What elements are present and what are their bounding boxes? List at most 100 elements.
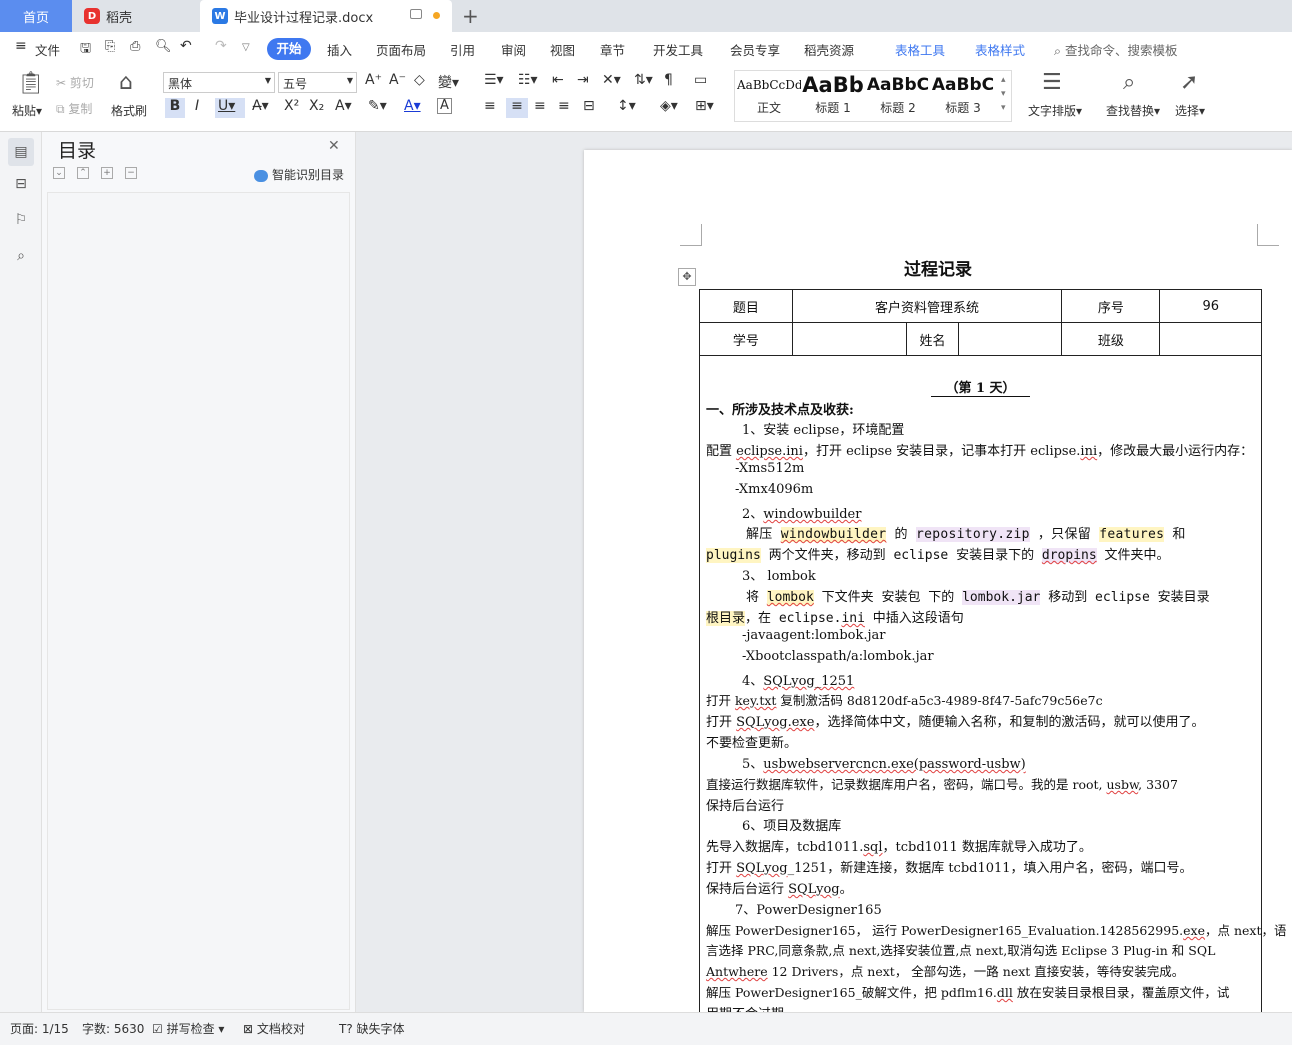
style-heading-2[interactable]: AaBbC 标题 2 [866, 71, 930, 119]
cell-name-value[interactable] [957, 322, 1063, 356]
cell-student-id-value[interactable] [791, 322, 908, 356]
add-level-icon[interactable]: + [101, 167, 113, 179]
menu-chapter[interactable]: 章节 [600, 40, 625, 59]
justify-icon[interactable]: ≡ [558, 98, 570, 114]
menu-page-layout[interactable]: 页面布局 [376, 40, 426, 59]
collapse-all-icon[interactable]: ⌃ [77, 167, 89, 179]
export-icon[interactable]: ⎘ [105, 39, 115, 54]
distribute-icon[interactable]: ⊟ [583, 98, 595, 114]
shrink-font-icon[interactable]: A⁻ [389, 72, 406, 88]
nav-pane-icon[interactable]: ⊟ [11, 176, 31, 196]
text-layout-button[interactable]: 文字排版▾ [1028, 102, 1082, 119]
close-icon[interactable]: ✕ [328, 138, 340, 154]
copy-button[interactable]: ⧉ 复制 [56, 100, 92, 117]
cell-serial-value[interactable]: 96 [1159, 289, 1262, 323]
proofread-button[interactable]: ⊠ 文档校对 [243, 1020, 305, 1037]
tab-home[interactable]: 首页 [0, 0, 72, 32]
tab-daoke[interactable]: D 稻壳 [74, 0, 196, 32]
styles-scroll-icon[interactable]: ▴ ▾ ▾ [1001, 73, 1006, 115]
smart-toc-button[interactable]: 智能识别目录 [254, 166, 344, 183]
menu-start[interactable]: 开始 [267, 38, 311, 60]
subscript-icon[interactable]: X₂ [309, 98, 324, 114]
menu-review[interactable]: 审阅 [501, 40, 526, 59]
remove-level-icon[interactable]: − [125, 167, 137, 179]
bold-button[interactable]: B [165, 98, 185, 118]
font-size-select[interactable]: 五号 ▼ [278, 72, 357, 93]
search-icon[interactable]: ⌕ [11, 248, 31, 268]
save-icon[interactable]: 🖫 [80, 39, 91, 61]
cell-topic-value[interactable]: 客户资料管理系统 [791, 289, 1063, 323]
strikethrough-icon[interactable]: A̶▾ [252, 98, 269, 114]
font-color-icon[interactable]: A▾ [404, 98, 421, 114]
decrease-indent-icon[interactable]: ⇤ [552, 72, 564, 88]
borders-icon[interactable]: ⊞▾ [695, 98, 714, 114]
text-layout-icon[interactable]: ☰ [1042, 70, 1062, 95]
shading-icon[interactable]: ◈▾ [660, 98, 678, 114]
select-button[interactable]: 选择▾ [1175, 102, 1205, 119]
undo-icon[interactable]: ↶ [180, 38, 192, 54]
menu-view[interactable]: 视图 [550, 40, 575, 59]
cut-button[interactable]: ✂ 剪切 [56, 74, 94, 91]
new-tab-button[interactable]: + [462, 4, 479, 28]
expand-all-icon[interactable]: ⌄ [53, 167, 65, 179]
menu-daoke-resources[interactable]: 稻壳资源 [804, 40, 854, 59]
style-normal[interactable]: AaBbCcDd 正文 [737, 71, 801, 119]
page-indicator[interactable]: 页面: 1/15 [10, 1020, 69, 1037]
underline-button[interactable]: U▾ [215, 98, 245, 118]
line-spacing-icon[interactable]: ↕▾ [617, 98, 636, 114]
cell-class-value[interactable] [1159, 322, 1262, 356]
chinese-layout-icon[interactable]: ✕▾ [602, 72, 621, 88]
increase-indent-icon[interactable]: ⇥ [577, 72, 589, 88]
align-right-icon[interactable]: ≡ [534, 98, 546, 114]
align-left-icon[interactable]: ≡ [484, 98, 496, 114]
screen-icon[interactable] [410, 9, 422, 19]
log-line: 5、usbwebservercncn.exe(password-usbw) [742, 757, 1026, 772]
toc-panel-icon[interactable]: ▤ [8, 138, 34, 166]
menu-table-tools[interactable]: 表格工具 [895, 40, 945, 59]
clear-format-icon[interactable]: ◇ [414, 72, 425, 88]
find-replace-icon[interactable]: ⌕ [1123, 70, 1135, 95]
missing-font-button[interactable]: T? 缺失字体 [339, 1020, 405, 1037]
command-search[interactable]: ⌕ 查找命令、搜索模板 [1054, 40, 1178, 59]
bookmark-icon[interactable]: ⚐ [11, 212, 31, 232]
find-replace-button[interactable]: 查找替换▾ [1106, 102, 1160, 119]
quick-access-chevron-icon[interactable]: ▽ [242, 42, 250, 53]
select-cursor-icon[interactable]: ➚ [1180, 70, 1198, 95]
document-page[interactable]: ✥ 过程记录 题目 客户资料管理系统 序号 96 学号 姓名 班级 （第 1 天… [584, 150, 1292, 1012]
phonetic-icon[interactable]: 變▾ [438, 72, 459, 92]
print-icon[interactable]: ⎙ [130, 39, 140, 54]
hamburger-icon[interactable]: ≡ [15, 38, 27, 54]
menu-member[interactable]: 会员专享 [730, 40, 780, 59]
highlight-icon[interactable]: ✎▾ [368, 98, 387, 114]
format-painter-icon[interactable]: ⌂ [119, 70, 133, 95]
ruler-icon[interactable]: ▭ [694, 72, 707, 88]
tab-document[interactable]: W 毕业设计过程记录.docx [200, 0, 452, 32]
sort-icon[interactable]: ⇅▾ [634, 72, 653, 88]
text-effect-icon[interactable]: A▾ [335, 98, 352, 114]
align-center-icon[interactable]: ≡ [506, 98, 528, 118]
superscript-icon[interactable]: X² [284, 98, 299, 114]
paste-icon[interactable]: 📋︎ [17, 71, 45, 96]
font-name-select[interactable]: 黑体 ▼ [163, 72, 275, 93]
menu-insert[interactable]: 插入 [327, 40, 352, 59]
show-marks-icon[interactable]: ¶ [664, 72, 673, 88]
menu-file[interactable]: 文件 [35, 40, 60, 59]
paste-button[interactable]: 粘贴▾ [12, 102, 42, 119]
italic-button[interactable]: I [195, 98, 199, 114]
word-count[interactable]: 字数: 5630 [82, 1020, 144, 1037]
spell-check-button[interactable]: ☑ 拼写检查 ▾ [152, 1020, 224, 1037]
style-heading-3[interactable]: AaBbC 标题 3 [931, 71, 995, 119]
grow-font-icon[interactable]: A⁺ [365, 72, 382, 88]
style-heading-1[interactable]: AaBb 标题 1 [801, 71, 865, 119]
menu-references[interactable]: 引用 [450, 40, 475, 59]
char-border-icon[interactable]: A [437, 98, 452, 114]
log-cell[interactable]: （第 1 天） 一、所涉及技术点及收获: 1、安装 eclipse，环境配置 配… [699, 355, 1286, 1012]
redo-icon[interactable]: ↷ [215, 38, 227, 54]
preview-icon[interactable]: 🔍︎ [155, 39, 172, 54]
numbered-list-icon[interactable]: ☷▾ [518, 72, 538, 88]
toc-list[interactable] [47, 192, 350, 1010]
menu-developer[interactable]: 开发工具 [653, 40, 703, 59]
format-painter-button[interactable]: 格式刷 [111, 102, 147, 119]
bullet-list-icon[interactable]: ☰▾ [484, 72, 504, 88]
menu-table-style[interactable]: 表格样式 [975, 40, 1025, 59]
